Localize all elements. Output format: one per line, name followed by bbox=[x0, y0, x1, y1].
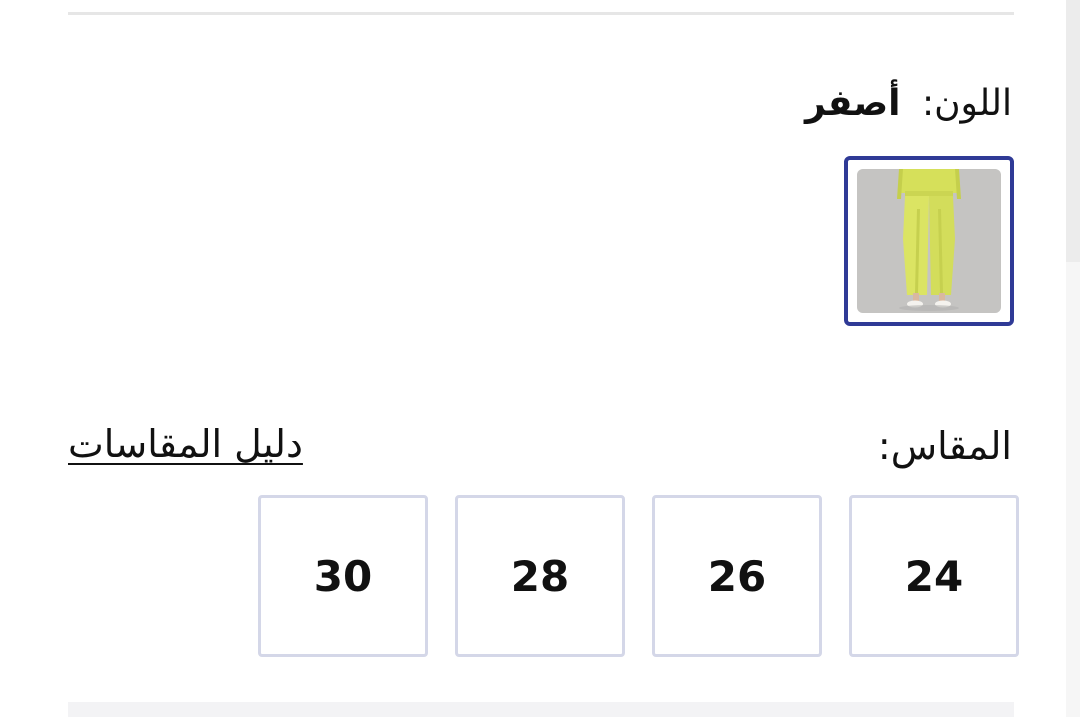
color-label: اللون: bbox=[921, 83, 1012, 124]
color-swatch-yellow[interactable] bbox=[844, 156, 1014, 326]
size-option-24[interactable]: 24 bbox=[849, 495, 1019, 657]
scrollbar-thumb[interactable] bbox=[1066, 0, 1080, 262]
top-divider bbox=[68, 12, 1014, 15]
product-thumbnail bbox=[857, 169, 1001, 313]
size-guide-link[interactable]: دليل المقاسات bbox=[68, 420, 303, 468]
color-section-label: اللون: أصفر bbox=[805, 80, 1012, 128]
size-option-28[interactable]: 28 bbox=[455, 495, 625, 657]
size-option-26[interactable]: 26 bbox=[652, 495, 822, 657]
size-section-label: المقاس: bbox=[877, 424, 1012, 468]
selected-color-value: أصفر bbox=[805, 83, 901, 124]
next-section-panel bbox=[68, 702, 1014, 717]
size-option-30[interactable]: 30 bbox=[258, 495, 428, 657]
